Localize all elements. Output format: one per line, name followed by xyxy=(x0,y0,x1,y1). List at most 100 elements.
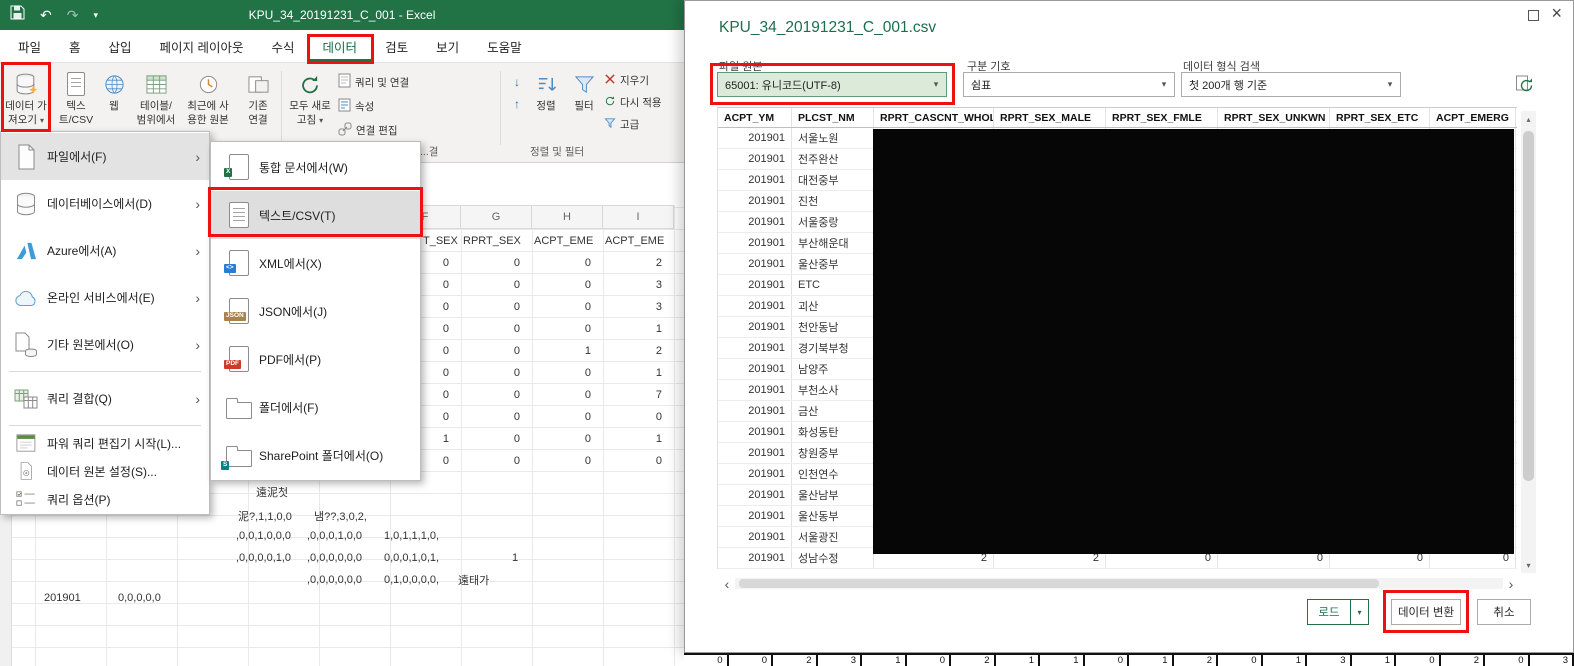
close-icon[interactable]: × xyxy=(1551,3,1562,25)
sheet-cell: 0 xyxy=(532,406,603,428)
undo-icon[interactable]: ↶ xyxy=(40,8,52,22)
column-header-I[interactable]: I xyxy=(603,205,674,229)
ribbon-tab[interactable]: 페이지 레이아웃 xyxy=(146,30,258,62)
sheet-cell: 0 xyxy=(532,296,603,318)
save-icon[interactable] xyxy=(10,5,25,25)
properties-button[interactable]: 속성 xyxy=(338,98,409,115)
existing-connections-button[interactable]: 기존 연결 xyxy=(238,67,278,147)
sheet-cell: 0 xyxy=(461,318,532,340)
menu-separator xyxy=(9,371,201,372)
connections-icon xyxy=(247,69,270,99)
load-button[interactable]: 로드 xyxy=(1307,599,1351,625)
menu-item[interactable]: 데이터 원본 설정(S)... xyxy=(1,457,209,485)
ribbon-tab[interactable]: 수식 xyxy=(258,30,309,62)
refresh-preview-icon[interactable] xyxy=(1515,73,1534,98)
sheet-cell-fragment: ,0,0,0,0,0,0 xyxy=(307,552,362,564)
menu-item-label: 파일에서(F) xyxy=(43,148,195,165)
horizontal-scroll-track[interactable] xyxy=(735,578,1503,589)
delimiter-select[interactable]: 쉼표 ▾ xyxy=(963,72,1175,97)
delimiter-value: 쉼표 xyxy=(971,77,991,93)
advanced-filter-button[interactable]: 고급 xyxy=(604,117,662,132)
sheet-cell-fragment: 201901 xyxy=(44,592,81,604)
preview-col-ACPT_EMERG: ACPT_EMERG xyxy=(1430,108,1516,127)
file-origin-select[interactable]: 65001: 유니코드(UTF-8) ▾ xyxy=(717,72,947,97)
load-split-caret-icon[interactable]: ▾ xyxy=(1350,599,1369,625)
transform-data-button[interactable]: 데이터 변환 xyxy=(1391,599,1461,625)
sheet-cell: 0 xyxy=(461,362,532,384)
refresh-label-1: 모두 새로 xyxy=(289,100,331,114)
column-header-H[interactable]: H xyxy=(532,205,603,229)
ribbon-tab[interactable]: 데이터 xyxy=(309,30,372,62)
vertical-scrollbar[interactable]: ▴ ▾ xyxy=(1521,111,1536,573)
refresh-all-button[interactable]: 모두 새로 고침 ▾ xyxy=(286,67,334,147)
scroll-down-icon[interactable]: ▾ xyxy=(1521,557,1536,573)
refresh-label-2: 고침 xyxy=(297,114,316,126)
scroll-right-icon[interactable]: › xyxy=(1503,577,1519,591)
maximize-icon[interactable] xyxy=(1528,10,1539,21)
file-origin-value: 65001: 유니코드(UTF-8) xyxy=(725,77,841,93)
filter-label: 필터 xyxy=(574,100,593,114)
sheet-cell: 0 xyxy=(532,362,603,384)
menu-item[interactable]: 파워 쿼리 편집기 시작(L)... xyxy=(1,429,209,457)
sort-descending-button[interactable]: ↑ xyxy=(506,95,528,113)
menu-item[interactable]: 쿼리 옵션(P) xyxy=(1,485,209,513)
sheet-cell: 0 xyxy=(532,252,603,274)
qat-caret-icon[interactable]: ▾ xyxy=(93,11,98,20)
submenu-item[interactable]: SSharePoint 폴더에서(O) xyxy=(211,431,420,479)
data-type-value: 첫 200개 행 기준 xyxy=(1189,77,1267,93)
ribbon-separator xyxy=(281,71,282,145)
filter-button[interactable]: 필터 xyxy=(566,67,602,147)
queries-connections-button[interactable]: 쿼리 및 연결 xyxy=(338,73,409,91)
properties-icon xyxy=(338,98,351,115)
ribbon-tab[interactable]: 검토 xyxy=(371,30,422,62)
xml-icon: <> xyxy=(219,250,259,276)
sheet-cell-fragment: ,0,0,0,0,1,0 xyxy=(236,552,291,564)
menu-item[interactable]: 파일에서(F)› xyxy=(1,133,209,180)
menu-item[interactable]: Azure에서(A)› xyxy=(1,227,209,274)
ribbon-tab[interactable]: 파일 xyxy=(4,30,55,62)
ribbon-tab[interactable]: 도움말 xyxy=(473,30,536,62)
menu-item[interactable]: 온라인 서비스에서(E)› xyxy=(1,274,209,321)
preview-cell: 천안동남 xyxy=(792,317,874,337)
sheet-cell: 0 xyxy=(461,296,532,318)
submenu-item[interactable]: 텍스트/CSV(T) xyxy=(211,191,420,239)
preview-col-RPRT_CASCNT_WHOL: RPRT_CASCNT_WHOL xyxy=(874,108,994,127)
sheet-cell-fragment: ,0,0,1,0,0,0 xyxy=(236,530,291,542)
filter-options-group: 지우기 다시 적용 고급 xyxy=(604,73,662,132)
scroll-left-icon[interactable]: ‹ xyxy=(719,577,735,591)
preview-cell: 남양주 xyxy=(792,359,874,379)
ribbon-tab[interactable]: 보기 xyxy=(422,30,473,62)
scroll-up-icon[interactable]: ▴ xyxy=(1521,111,1536,127)
table-icon xyxy=(145,69,168,99)
preview-cell: 울산중부 xyxy=(792,254,874,274)
ribbon-tab[interactable]: 홈 xyxy=(55,30,95,62)
submenu-item[interactable]: 폴더에서(F) xyxy=(211,383,420,431)
submenu-item[interactable]: <>XML에서(X) xyxy=(211,239,420,287)
horizontal-scrollbar[interactable]: ‹ › xyxy=(719,575,1519,592)
sort-button[interactable]: 정렬 xyxy=(528,67,564,147)
pq-icon xyxy=(9,434,43,452)
horizontal-scroll-thumb[interactable] xyxy=(739,579,1379,588)
sort-label: 정렬 xyxy=(536,100,555,114)
redo-icon[interactable]: ↷ xyxy=(67,8,79,22)
ribbon-tab[interactable]: 삽입 xyxy=(95,30,146,62)
menu-item[interactable]: 쿼리 결합(Q)› xyxy=(1,375,209,422)
clear-filter-button[interactable]: 지우기 xyxy=(604,73,662,88)
vertical-scroll-thumb[interactable] xyxy=(1523,131,1534,481)
background-cell: 1 xyxy=(1263,653,1308,666)
edit-links-button[interactable]: 연결 편집 xyxy=(338,122,409,139)
menu-item[interactable]: 기타 원본에서(O)› xyxy=(1,321,209,368)
reapply-button[interactable]: 다시 적용 xyxy=(604,95,662,110)
cancel-button[interactable]: 취소 xyxy=(1477,599,1531,625)
submenu-item[interactable]: X통합 문서에서(W) xyxy=(211,143,420,191)
sort-ascending-button[interactable]: ↓ xyxy=(506,73,528,91)
submenu-item[interactable]: PDFPDF에서(P) xyxy=(211,335,420,383)
column-header-G[interactable]: G xyxy=(461,205,532,229)
data-type-detection-select[interactable]: 첫 200개 행 기준 ▾ xyxy=(1181,72,1401,97)
menu-item[interactable]: 데이터베이스에서(D)› xyxy=(1,180,209,227)
online-icon xyxy=(9,289,43,307)
workbook-icon: X xyxy=(219,154,259,180)
preview-cell: 금산 xyxy=(792,401,874,421)
preview-cell: 서울중랑 xyxy=(792,212,874,232)
submenu-item[interactable]: JSONJSON에서(J) xyxy=(211,287,420,335)
